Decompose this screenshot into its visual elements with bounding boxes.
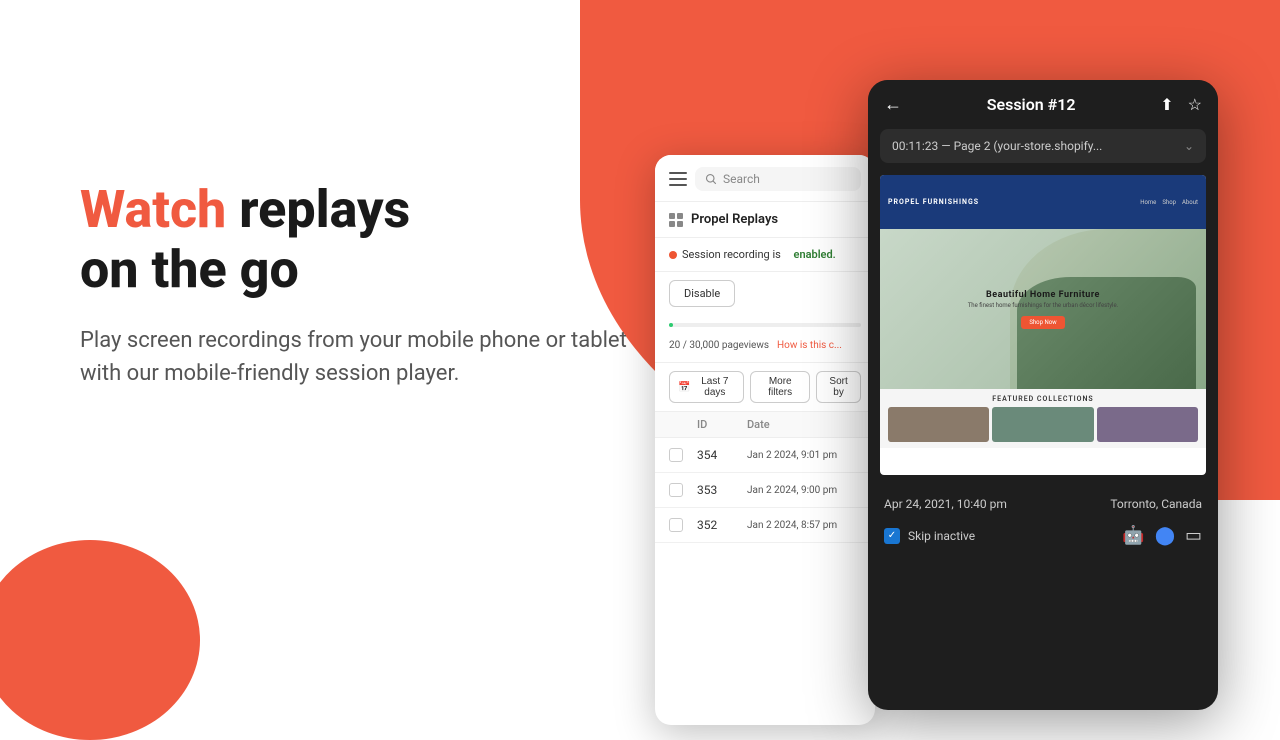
- row-checkbox[interactable]: [669, 483, 683, 497]
- tablet-icon: ▭: [1185, 525, 1202, 546]
- player-title: Session #12: [987, 95, 1076, 114]
- search-bar[interactable]: Search: [695, 167, 861, 191]
- row-date: Jan 2 2024, 9:00 pm: [747, 485, 861, 496]
- collection-item: [888, 407, 989, 442]
- star-icon[interactable]: ☆: [1188, 95, 1202, 114]
- nav-home: Home: [1140, 199, 1156, 206]
- phone-list-mockup: Search Propel Replays Session recording …: [655, 155, 875, 725]
- app-title: Propel Replays: [691, 212, 778, 227]
- more-filters-button[interactable]: More filters: [750, 371, 810, 403]
- pageviews-section: 20 / 30,000 pageviews How is this c...: [655, 315, 875, 363]
- collections-grid: [888, 407, 1198, 442]
- how-link[interactable]: How is this c...: [777, 340, 842, 351]
- skip-inactive-label: Skip inactive: [908, 529, 975, 543]
- progress-fill: [669, 323, 673, 327]
- enabled-text: enabled.: [794, 248, 836, 261]
- search-placeholder: Search: [723, 172, 760, 186]
- hero-cta-button[interactable]: Shop Now: [1021, 316, 1064, 329]
- collections-section: FEATURED COLLECTIONS: [880, 389, 1206, 448]
- last-7-days-button[interactable]: 📅 Last 7 days: [669, 371, 744, 403]
- store-logo: PROPEL FURNISHINGS: [888, 198, 979, 206]
- recording-dot: [669, 251, 677, 259]
- recording-status: Session recording is enabled.: [655, 238, 875, 272]
- store-nav: PROPEL FURNISHINGS Home Shop About: [880, 175, 1206, 229]
- calendar-icon: 📅: [678, 382, 690, 393]
- collection-item: [992, 407, 1093, 442]
- pageviews-text: 20 / 30,000 pageviews: [669, 340, 769, 351]
- skip-inactive-checkbox[interactable]: ✓: [884, 528, 900, 544]
- nav-shop: Shop: [1162, 199, 1176, 206]
- progress-bar: [669, 323, 861, 327]
- bg-blob-bottom-left: [0, 540, 200, 740]
- filter-row: 📅 Last 7 days More filters Sort by: [655, 363, 875, 412]
- player-url-bar[interactable]: 00:11:23 — Page 2 (your-store.shopify...…: [880, 129, 1206, 163]
- search-icon: [705, 173, 717, 185]
- player-top-bar: ← Session #12 ⬆ ☆: [868, 80, 1218, 129]
- collection-item: [1097, 407, 1198, 442]
- row-id: 353: [697, 483, 747, 497]
- hero-subtitle: The finest home furnishings for the urba…: [968, 302, 1119, 309]
- store-nav-links: Home Shop About: [1140, 199, 1198, 206]
- android-icon: 🤖: [1122, 525, 1144, 546]
- app-title-row: Propel Replays: [655, 202, 875, 238]
- row-date: Jan 2 2024, 9:01 pm: [747, 450, 861, 461]
- hamburger-icon[interactable]: [669, 172, 687, 186]
- row-id: 352: [697, 518, 747, 532]
- store-hero: Beautiful Home Furniture The finest home…: [880, 229, 1206, 389]
- player-back-button[interactable]: ←: [884, 94, 902, 115]
- player-url-text: 00:11:23 — Page 2 (your-store.shopify...: [892, 139, 1102, 153]
- platform-icons: 🤖 ⬤ ▭: [1122, 525, 1202, 546]
- table-header: ID Date: [655, 412, 875, 438]
- main-headline: Watch replayson the go: [80, 180, 630, 300]
- url-chevron-icon: ⌄: [1184, 139, 1194, 153]
- sort-by-button[interactable]: Sort by: [816, 371, 861, 403]
- player-action-icons: ⬆ ☆: [1160, 95, 1202, 114]
- skip-inactive-control[interactable]: ✓ Skip inactive: [884, 528, 975, 544]
- table-row[interactable]: 354 Jan 2 2024, 9:01 pm: [655, 438, 875, 473]
- row-checkbox[interactable]: [669, 518, 683, 532]
- share-icon[interactable]: ⬆: [1160, 95, 1173, 114]
- player-controls: ✓ Skip inactive 🤖 ⬤ ▭: [884, 525, 1202, 546]
- row-checkbox[interactable]: [669, 448, 683, 462]
- list-phone-header: Search: [655, 155, 875, 202]
- hero-text: Beautiful Home Furniture The finest home…: [968, 290, 1119, 329]
- table-row[interactable]: 353 Jan 2 2024, 9:00 pm: [655, 473, 875, 508]
- collections-heading: FEATURED COLLECTIONS: [888, 395, 1198, 403]
- col-date-header: Date: [747, 418, 861, 431]
- session-date: Apr 24, 2021, 10:40 pm: [884, 497, 1007, 511]
- table-row[interactable]: 352 Jan 2 2024, 8:57 pm: [655, 508, 875, 543]
- recording-label: Session recording is: [682, 248, 781, 261]
- nav-about: About: [1182, 199, 1198, 206]
- player-meta: Apr 24, 2021, 10:40 pm Torronto, Canada: [884, 497, 1202, 511]
- grid-icon: [669, 213, 683, 227]
- player-viewport: PROPEL FURNISHINGS Home Shop About Beaut…: [880, 175, 1206, 475]
- player-bottom-bar: Apr 24, 2021, 10:40 pm Torronto, Canada …: [868, 483, 1218, 560]
- left-content-area: Watch replayson the go Play screen recor…: [80, 180, 630, 390]
- row-id: 354: [697, 448, 747, 462]
- chrome-icon: ⬤: [1155, 525, 1175, 546]
- row-date: Jan 2 2024, 8:57 pm: [747, 520, 861, 531]
- subtitle-text: Play screen recordings from your mobile …: [80, 324, 630, 390]
- session-location: Torronto, Canada: [1110, 497, 1202, 511]
- headline-watch: Watch: [80, 179, 226, 240]
- hero-title: Beautiful Home Furniture: [968, 290, 1119, 300]
- disable-button[interactable]: Disable: [669, 280, 735, 307]
- phone-player-mockup: ← Session #12 ⬆ ☆ 00:11:23 — Page 2 (you…: [868, 80, 1218, 710]
- col-id-header: ID: [697, 418, 747, 431]
